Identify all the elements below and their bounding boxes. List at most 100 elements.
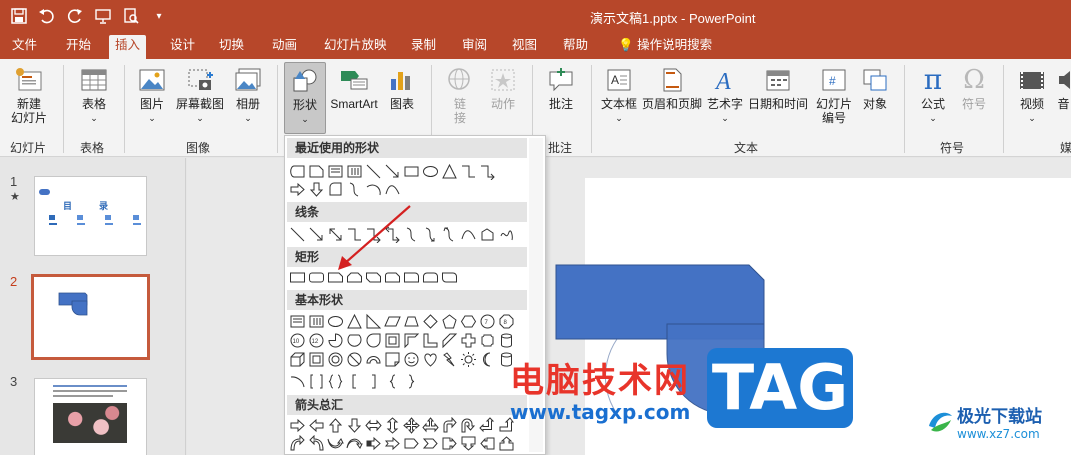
curve-shape[interactable] [460,226,477,243]
right-brace-shape[interactable] [403,373,420,390]
moon-shape[interactable] [479,351,496,368]
right-arrow-callout-shape[interactable] [441,435,458,452]
up-arrow-callout-shape[interactable] [498,435,515,452]
header-footer-button[interactable]: 页眉和页脚 [640,65,704,111]
decagon-shape[interactable]: 10 [289,332,306,349]
chart-button[interactable]: 图表 [384,65,420,111]
new-slide-button[interactable]: 新建 幻灯片 [4,65,54,125]
left-brace-shape[interactable] [384,373,401,390]
slide-number-button[interactable]: # 幻灯片 编号 [812,65,856,125]
folded-corner-shape[interactable] [384,351,401,368]
textbox-button[interactable]: A 文本框 ⌄ [598,65,640,125]
slide-thumbnail-1[interactable]: 目 录 [34,176,147,256]
parallelogram-shape[interactable] [384,313,401,330]
photo-album-button[interactable]: 相册 ⌄ [228,65,268,125]
curved-double-arrow-shape[interactable] [441,226,458,243]
quad-arrow-shape[interactable] [403,417,420,434]
curved-down-arrow-shape[interactable] [346,435,363,452]
notched-right-arrow-shape[interactable] [384,435,401,452]
curved-connector-shape[interactable] [346,181,363,198]
tab-animations[interactable]: 动画 [266,37,303,59]
chevron-shape[interactable] [422,435,439,452]
dodecagon-shape[interactable]: 12 [308,332,325,349]
screenshot-button[interactable]: 屏幕截图 ⌄ [172,65,228,125]
u-turn-arrow-shape[interactable] [460,417,477,434]
left-up-arrow-shape[interactable] [479,417,496,434]
lightning-bolt-shape[interactable] [441,351,458,368]
pentagon-shape[interactable] [441,313,458,330]
tab-view[interactable]: 视图 [506,37,543,59]
wave-line-shape[interactable] [384,181,401,198]
isosceles-triangle-shape[interactable] [346,313,363,330]
l-shape[interactable] [422,332,439,349]
wordart-button[interactable]: A 艺术字 ⌄ [704,65,746,125]
round-diagonal-shape[interactable] [441,269,458,286]
arrow-shape[interactable] [308,226,325,243]
table-button[interactable]: 表格 ⌄ [74,65,114,125]
down-arrow-callout-shape[interactable] [460,435,477,452]
bent-arrow-shape[interactable] [441,417,458,434]
double-brace-shape[interactable] [327,373,344,390]
elbow-connector-shape[interactable] [460,163,477,180]
arrow-line-shape[interactable] [384,163,401,180]
cross-shape[interactable] [460,332,477,349]
heptagon-shape[interactable]: 7 [479,313,496,330]
striped-right-arrow-shape[interactable] [365,435,382,452]
video-button[interactable]: 视频 ⌄ [1012,65,1052,125]
rounded-rect-shape[interactable] [289,163,306,180]
date-time-button[interactable]: 日期和时间 [746,65,810,111]
vertical-textbox-shape[interactable] [308,313,325,330]
rounded-rectangle-shape[interactable] [308,269,325,286]
up-arrow-shape[interactable] [327,417,344,434]
diagonal-stripe-shape[interactable] [441,332,458,349]
plaque-shape[interactable] [479,332,496,349]
tab-insert[interactable]: 插入 [109,35,147,59]
left-bracket-shape[interactable] [346,373,363,390]
line-shape[interactable] [365,163,382,180]
curved-left-arrow-shape[interactable] [308,435,325,452]
elbow-arrow-shape[interactable] [479,163,496,180]
double-bracket-shape[interactable] [308,373,325,390]
oval-shape[interactable] [422,163,439,180]
octagon-shape[interactable]: 8 [498,313,515,330]
slide-thumbnail-2[interactable] [31,274,150,360]
equation-button[interactable]: π 公式 ⌄ [914,65,952,125]
down-arrow-shape[interactable] [308,181,325,198]
pentagon-arrow-shape[interactable] [403,435,420,452]
up-down-arrow-shape[interactable] [384,417,401,434]
save-icon[interactable] [8,5,30,27]
right-arrow-shape[interactable] [289,417,306,434]
tab-file[interactable]: 文件 [6,37,43,59]
round-same-side-shape[interactable] [422,269,439,286]
vertical-textbox-shape[interactable] [346,163,363,180]
picture-button[interactable]: 图片 ⌄ [132,65,172,125]
curved-up-arrow-shape[interactable] [327,435,344,452]
frame-shape[interactable] [384,332,401,349]
left-right-up-arrow-shape[interactable] [422,417,439,434]
block-arc-shape[interactable] [365,351,382,368]
trapezoid-shape[interactable] [403,313,420,330]
tab-record[interactable]: 录制 [405,37,442,59]
teardrop-shape[interactable] [365,332,382,349]
freeform-shape[interactable] [479,226,496,243]
undo-icon[interactable] [36,5,58,27]
textbox-shape[interactable] [289,313,306,330]
comment-button[interactable]: 批注 [542,65,580,111]
textbox-shape[interactable] [327,163,344,180]
right-bracket-shape[interactable] [365,373,382,390]
rectangle-shape[interactable] [289,269,306,286]
link-button[interactable]: 链 接 [442,65,478,125]
left-arrow-shape[interactable] [308,417,325,434]
action-button[interactable]: 动作 [485,65,521,111]
tab-design[interactable]: 设计 [164,37,201,59]
cube-shape[interactable] [289,351,306,368]
customize-qat-icon[interactable]: ▾ [148,5,170,27]
flowchart-shape[interactable] [327,181,344,198]
tab-transitions[interactable]: 切换 [213,37,250,59]
arc-shape[interactable] [365,181,382,198]
slideshow-icon[interactable] [92,5,114,27]
donut-shape[interactable] [327,351,344,368]
down-arrow-shape[interactable] [346,417,363,434]
sun-shape[interactable] [460,351,477,368]
diamond-shape[interactable] [422,313,439,330]
